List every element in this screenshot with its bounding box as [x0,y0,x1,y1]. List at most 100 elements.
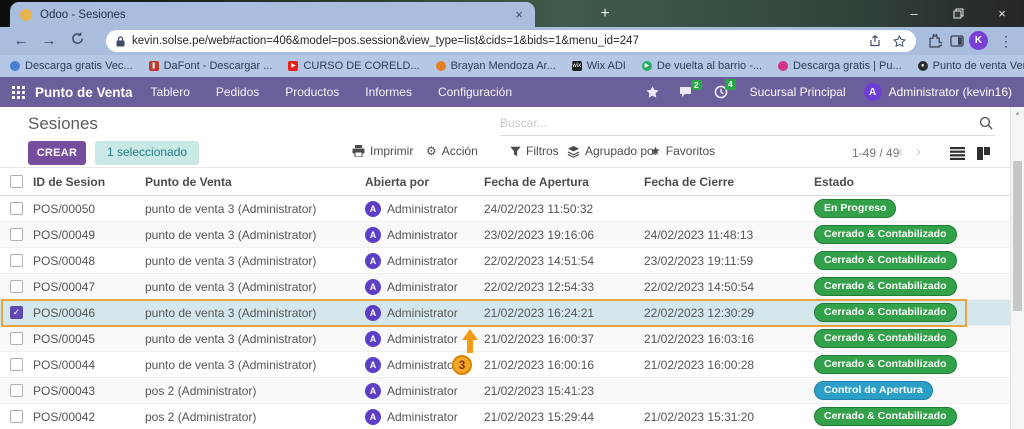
row-user-name: Administrator [387,254,458,268]
menu-informes[interactable]: Informes [365,85,412,99]
menu-productos[interactable]: Productos [285,85,339,99]
menu-configuracion[interactable]: Configuración [438,85,512,99]
scroll-up-icon[interactable]: ▴ [1011,107,1024,119]
table-row[interactable]: POS/00049punto de venta 3 (Administrator… [0,222,1010,248]
back-button[interactable]: ← [12,32,30,50]
table-row[interactable]: POS/00044punto de venta 3 (Administrator… [0,352,1010,378]
list-view-button[interactable] [944,142,970,164]
table-row[interactable]: POS/00048punto de venta 3 (Administrator… [0,248,1010,274]
row-checkbox[interactable] [10,280,23,293]
table-row[interactable]: POS/00045punto de venta 3 (Administrator… [0,326,1010,352]
close-window-button[interactable]: × [980,0,1024,27]
bookmark-item[interactable]: ▶CURSO DE CORELD... [288,60,419,72]
row-checkbox[interactable] [10,202,23,215]
create-button[interactable]: CREAR [28,141,86,165]
reload-button[interactable] [68,32,86,50]
company-switcher[interactable]: Sucursal Principal [750,85,846,99]
bookmark-item[interactable]: ❚DaFont - Descargar ... [149,60,273,72]
row-user-avatar: A [365,253,381,269]
search-icon[interactable] [979,116,993,130]
header-session-id[interactable]: ID de Sesion [30,175,145,189]
action-button[interactable]: ⚙ Acción [426,144,478,158]
bookmark-label: DaFont - Descargar ... [164,60,273,72]
status-badge: Cerrado & Contabilizado [814,407,957,426]
row-closing-date: 24/02/2023 11:48:13 [640,228,810,242]
new-tab-button[interactable]: + [594,3,616,25]
row-closing-date: 22/02/2023 12:30:29 [640,306,810,320]
row-user-name: Administrator [387,332,458,346]
row-checkbox[interactable]: ✓ [10,306,23,319]
activities-clock-icon[interactable]: 4 [714,85,728,99]
layers-icon [567,145,580,158]
table-row[interactable]: POS/00047punto de venta 3 (Administrator… [0,274,1010,300]
row-checkbox[interactable] [10,228,23,241]
status-badge: Cerrado & Contabilizado [814,355,957,374]
bookmark-item[interactable]: Descarga gratis Vec... [10,60,133,72]
profile-avatar[interactable]: K [969,31,988,50]
header-state[interactable]: Estado [810,175,1010,189]
row-closing-date: 22/02/2023 14:50:54 [640,280,810,294]
row-pos-name: pos 2 (Administrator) [145,410,365,424]
bookmark-item[interactable]: wixWix ADI [572,60,626,72]
menu-tablero[interactable]: Tablero [151,85,190,99]
address-bar[interactable]: kevin.solse.pe/web#action=406&model=pos.… [106,30,916,52]
row-checkbox[interactable] [10,254,23,267]
filters-button[interactable]: Filtros [510,144,559,158]
bookmark-label: Punto de venta Ven... [933,60,1024,72]
search-input[interactable] [500,116,979,130]
star-icon[interactable] [646,86,659,99]
status-badge: Cerrado & Contabilizado [814,303,957,322]
bookmark-item[interactable]: ▶De vuelta al barrio -... [642,60,762,72]
pager-next-icon[interactable]: › [916,143,921,160]
row-closing-date: 21/02/2023 15:31:20 [640,410,810,424]
browser-tab[interactable]: Odoo - Sesiones × [10,2,535,27]
group-by-button[interactable]: Agrupado por [567,144,658,158]
row-user-name: Administrator [387,280,458,294]
row-checkbox[interactable] [10,332,23,345]
bookmark-star-icon[interactable] [893,35,906,48]
search-box[interactable] [500,111,995,136]
header-pos[interactable]: Punto de Venta [145,175,365,189]
bookmark-item[interactable]: Brayan Mendoza Ar... [436,60,556,72]
share-icon[interactable] [869,35,881,47]
tab-close-icon[interactable]: × [513,8,525,21]
bookmark-favicon-icon: ● [918,61,928,71]
minimize-button[interactable]: – [892,0,936,27]
table-row[interactable]: ✓POS/00046punto de venta 3 (Administrato… [0,300,1010,326]
bookmark-label: Descarga gratis | Pu... [793,60,902,72]
header-closing-date[interactable]: Fecha de Cierre [640,175,810,189]
restore-button[interactable] [936,0,980,27]
pager-previous-icon[interactable]: ‹ [898,143,903,160]
row-checkbox[interactable] [10,358,23,371]
row-user-avatar: A [365,305,381,321]
list-view-icon [950,147,965,160]
browser-menu-icon[interactable]: ⋮ [997,32,1015,50]
messages-icon[interactable]: 2 [679,86,694,99]
table-row[interactable]: POS/00042pos 2 (Administrator)AAdministr… [0,404,1010,429]
header-opened-by[interactable]: Abierta por [365,175,480,189]
scrollbar-thumb[interactable] [1013,161,1022,311]
apps-grid-icon[interactable] [12,86,25,99]
bookmark-item[interactable]: ● Punto de venta Ven... [918,60,1024,72]
select-all-checkbox[interactable] [10,175,23,188]
app-name[interactable]: Punto de Venta [35,85,133,100]
row-checkbox[interactable] [10,410,23,423]
table-row[interactable]: POS/00043pos 2 (Administrator)AAdministr… [0,378,1010,404]
page-scrollbar[interactable]: ▴ [1010,107,1024,429]
row-session-id: POS/00046 [30,306,145,320]
table-row[interactable]: POS/00050punto de venta 3 (Administrator… [0,196,1010,222]
print-button[interactable]: Imprimir [352,144,413,158]
row-user-name: Administrator [387,410,458,424]
kanban-view-button[interactable] [970,142,996,164]
url-text[interactable]: kevin.solse.pe/web#action=406&model=pos.… [132,35,869,47]
user-menu[interactable]: Administrator (kevin16) [889,85,1012,99]
user-avatar[interactable]: A [864,83,882,101]
row-checkbox[interactable] [10,384,23,397]
bookmark-item[interactable]: Descarga gratis | Pu... [778,60,902,72]
header-opening-date[interactable]: Fecha de Apertura [480,175,640,189]
side-panel-icon[interactable] [948,32,966,50]
menu-pedidos[interactable]: Pedidos [216,85,259,99]
forward-button[interactable]: → [40,32,58,50]
favorites-button[interactable]: ★ Favoritos [650,144,715,158]
extensions-icon[interactable] [926,32,944,50]
